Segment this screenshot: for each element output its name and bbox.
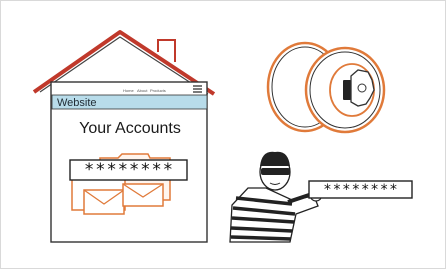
password-mask-thief: ********: [323, 181, 399, 198]
password-mask-website: ********: [84, 160, 174, 180]
website-label: Website: [57, 97, 97, 109]
nav-item-products[interactable]: Products: [150, 88, 166, 93]
nav-item-about[interactable]: About: [137, 88, 147, 93]
thief-icon: [229, 151, 322, 243]
page-title: Your Accounts: [79, 120, 181, 137]
nav-item-home[interactable]: Home: [123, 88, 134, 93]
